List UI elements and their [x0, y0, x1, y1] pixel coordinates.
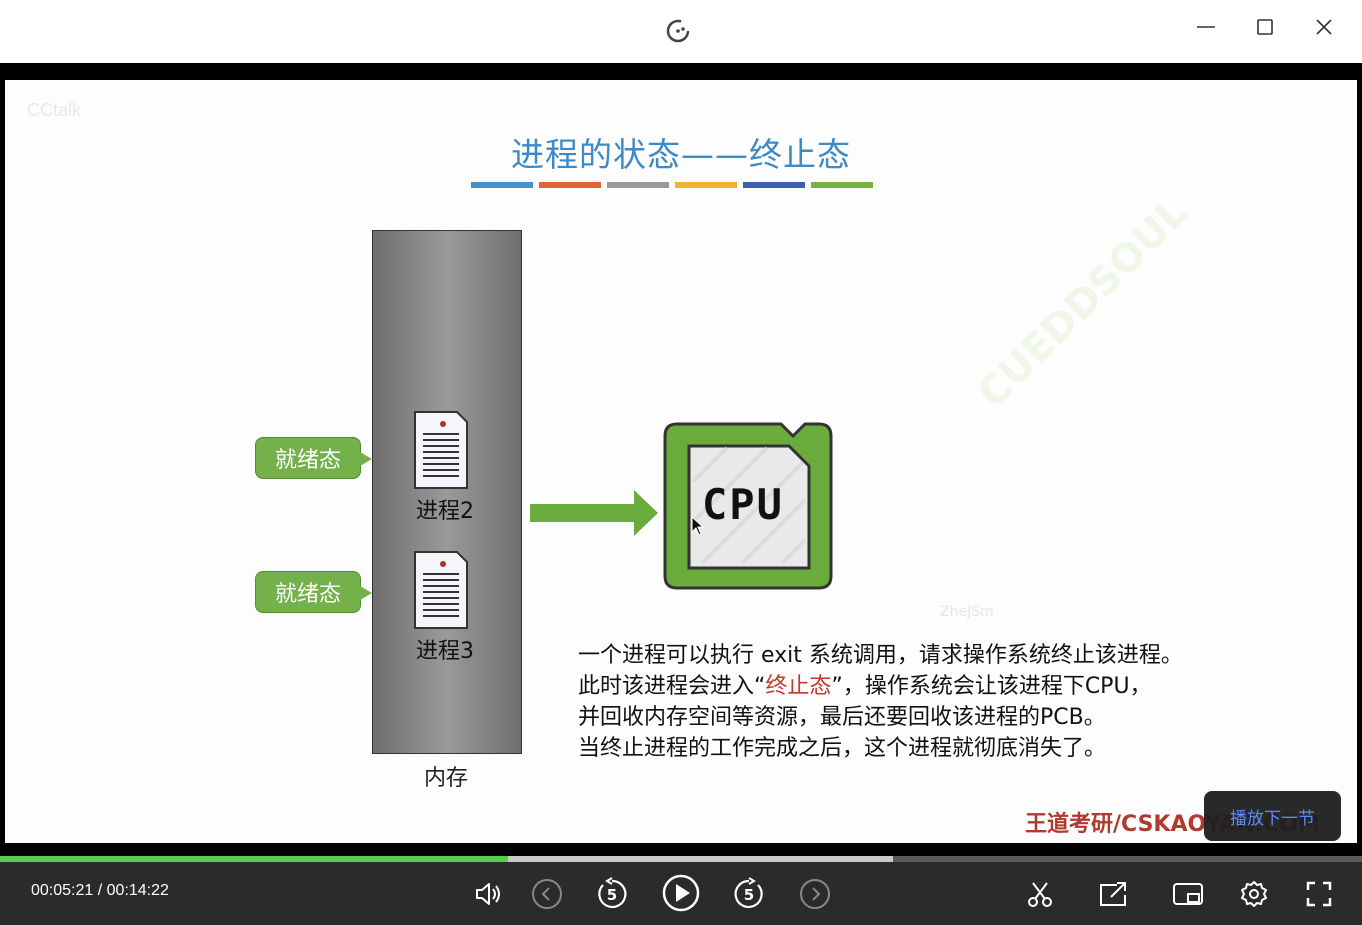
share-button[interactable] — [1095, 876, 1131, 912]
play-icon — [662, 874, 700, 912]
scissors-icon — [1028, 882, 1052, 907]
svg-text:5: 5 — [607, 886, 617, 904]
settings-button[interactable] — [1236, 876, 1272, 912]
time-separator: / — [97, 882, 103, 899]
description-line-2-post: ”，操作系统会让该进程下CPU， — [831, 674, 1152, 699]
slide-title: 进程的状态——终止态 — [511, 135, 851, 174]
video-area[interactable]: CCtalk 进程的状态——终止态 CUEDDSOUL 内存 进程2 就绪态 进… — [5, 80, 1357, 843]
play-button[interactable] — [660, 872, 702, 914]
mouse-cursor-icon — [691, 516, 705, 536]
description-line-3: 并回收内存空间等资源，最后还要回收该进程的PCB。 — [578, 705, 1106, 730]
description-line-2: 此时该进程会进入“终止态”，操作系统会让该进程下CPU， — [578, 671, 1183, 702]
stripe — [471, 182, 533, 188]
next-button[interactable] — [797, 876, 833, 912]
stripe — [743, 182, 805, 188]
process-3-label: 进程3 — [416, 639, 474, 664]
cctalk-watermark: CCtalk — [27, 100, 82, 120]
memory-label: 内存 — [423, 766, 468, 791]
process-document-icon — [414, 551, 468, 629]
cpu-label: CPU — [702, 480, 784, 529]
current-time: 00:05:21 — [31, 882, 94, 899]
picture-in-picture-icon — [1173, 883, 1203, 905]
process-2-label: 进程2 — [416, 499, 474, 524]
picture-in-picture-button[interactable] — [1170, 876, 1206, 912]
description-line-4: 当终止进程的工作完成之后，这个进程就彻底消失了。 — [578, 736, 1107, 761]
share-icon — [1100, 882, 1126, 906]
green-arrow-icon — [530, 490, 658, 536]
close-icon — [1316, 19, 1332, 35]
description-line-1: 一个进程可以执行 exit 系统调用，请求操作系统终止该进程。 — [578, 643, 1183, 668]
title-bar — [0, 0, 1362, 63]
stripe — [607, 182, 669, 188]
total-time: 00:14:22 — [106, 882, 169, 899]
chevron-left-circle-icon — [532, 879, 562, 909]
maximize-button[interactable] — [1250, 14, 1280, 40]
process-3-state-callout: 就绪态 — [255, 571, 372, 613]
stripe — [675, 182, 737, 188]
chevron-right-circle-icon — [800, 879, 830, 909]
loading-spinner-icon — [666, 19, 690, 43]
minimize-icon — [1197, 26, 1215, 28]
clip-button[interactable] — [1022, 876, 1058, 912]
gear-icon — [1241, 881, 1267, 907]
green-watermark: CUEDDSOUL — [969, 189, 1198, 417]
close-button[interactable] — [1309, 14, 1339, 40]
title-stripes — [471, 182, 873, 188]
slide: CCtalk 进程的状态——终止态 CUEDDSOUL 内存 进程2 就绪态 进… — [5, 80, 1357, 843]
rewind-5-button[interactable]: 5 — [594, 876, 630, 912]
previous-button[interactable] — [529, 876, 565, 912]
minimize-button[interactable] — [1191, 14, 1221, 40]
forward-5-button[interactable]: 5 — [731, 876, 767, 912]
stripe — [539, 182, 601, 188]
memory-block — [372, 230, 522, 754]
volume-icon — [476, 883, 500, 905]
process-2-state-callout: 就绪态 — [255, 437, 372, 479]
fullscreen-icon — [1306, 881, 1332, 907]
maximize-icon — [1257, 19, 1273, 35]
process-document-icon — [414, 411, 468, 489]
name-watermark: ZheJSm — [940, 604, 994, 620]
time-display: 00:05:21 / 00:14:22 — [31, 882, 169, 900]
play-next-section-button[interactable]: 播放下一节 — [1204, 791, 1341, 841]
player-controls: 00:05:21 / 00:14:22 5 5 — [0, 862, 1362, 925]
slide-description: 一个进程可以执行 exit 系统调用，请求操作系统终止该进程。 此时该进程会进入… — [578, 640, 1183, 764]
video-top-bar — [0, 63, 1362, 80]
forward-5-icon: 5 — [734, 877, 763, 909]
description-line-2-pre: 此时该进程会进入“ — [578, 674, 766, 699]
stripe — [811, 182, 873, 188]
svg-text:5: 5 — [744, 886, 754, 904]
fullscreen-button[interactable] — [1301, 876, 1337, 912]
rewind-5-icon: 5 — [598, 877, 627, 909]
terminated-state-highlight: 终止态 — [765, 674, 832, 699]
volume-button[interactable] — [470, 876, 506, 912]
